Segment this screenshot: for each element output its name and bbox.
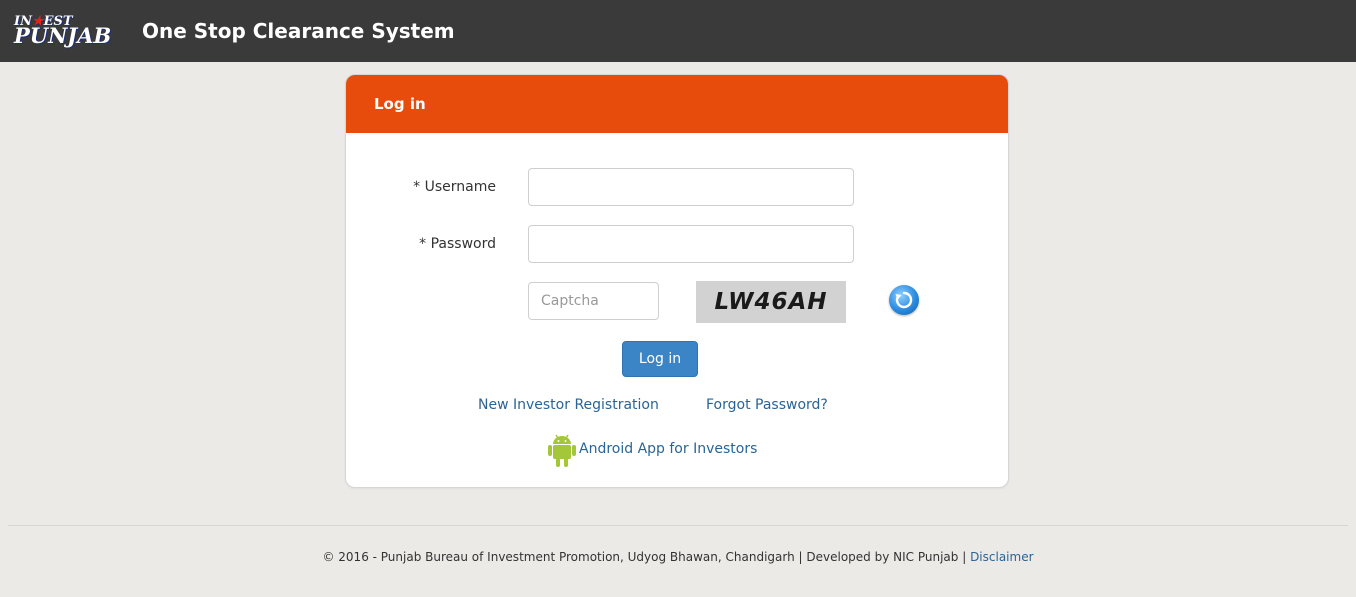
login-panel: Log in * Username * Password LW46AH Log … xyxy=(345,74,1009,488)
footer-text: © 2016 - Punjab Bureau of Investment Pro… xyxy=(322,550,971,564)
footer-divider xyxy=(8,525,1348,526)
app-title: One Stop Clearance System xyxy=(142,19,455,43)
captcha-input[interactable] xyxy=(528,282,659,320)
footer: © 2016 - Punjab Bureau of Investment Pro… xyxy=(0,550,1356,564)
android-icon[interactable] xyxy=(546,432,578,468)
login-submit-button[interactable]: Log in xyxy=(622,341,698,377)
login-heading: Log in xyxy=(374,95,426,113)
password-label: * Password xyxy=(419,236,496,252)
refresh-icon xyxy=(895,291,913,309)
login-panel-header: Log in xyxy=(346,75,1008,133)
android-app-link[interactable]: Android App for Investors xyxy=(579,441,757,457)
forgot-password-link[interactable]: Forgot Password? xyxy=(706,397,828,413)
disclaimer-link[interactable]: Disclaimer xyxy=(970,550,1033,564)
password-input[interactable] xyxy=(528,225,854,263)
username-input[interactable] xyxy=(528,168,854,206)
invest-punjab-logo[interactable]: IN★EST PUNJAB xyxy=(14,11,112,51)
username-label: * Username xyxy=(413,179,496,195)
captcha-image: LW46AH xyxy=(696,281,846,323)
top-bar: IN★EST PUNJAB One Stop Clearance System xyxy=(0,0,1356,62)
new-investor-registration-link[interactable]: New Investor Registration xyxy=(478,397,659,413)
refresh-captcha-button[interactable] xyxy=(889,285,919,315)
